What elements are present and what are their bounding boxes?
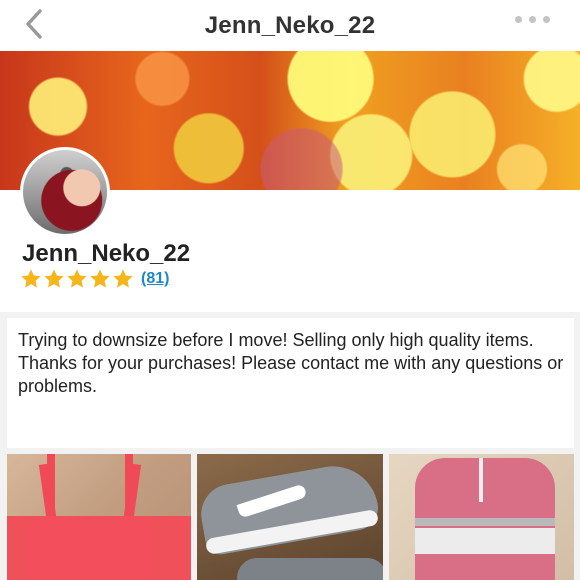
listing-thumbnail[interactable] [389,454,574,580]
more-horizontal-icon [515,15,522,23]
star-icon [21,269,41,288]
chevron-left-icon [26,9,42,39]
rating: (81) [20,268,169,290]
star-icon [113,269,133,288]
more-horizontal-icon [543,15,550,23]
listing-thumbnail[interactable] [197,454,383,580]
listing-image-detail [27,516,157,580]
avatar[interactable] [20,147,110,237]
back-button[interactable] [16,6,52,42]
star-icon [67,269,87,288]
bio-text: Trying to downsize before I move! Sellin… [18,330,564,396]
review-count-link[interactable]: (81) [141,270,169,288]
star-icon [44,269,64,288]
more-options-button[interactable] [515,14,550,24]
top-bar: Jenn_Neko_22 [0,0,580,52]
profile-username: Jenn_Neko_22 [22,240,191,267]
listing-image-detail [415,528,555,554]
listing-image-detail [479,458,483,502]
page-title: Jenn_Neko_22 [204,12,376,39]
listing-thumbnail[interactable] [7,454,191,580]
listing-image-detail [237,558,383,580]
listing-image-detail [415,518,555,526]
bio-card: Trying to downsize before I move! Sellin… [7,318,574,448]
more-horizontal-icon [529,15,536,23]
star-icon [90,269,110,288]
